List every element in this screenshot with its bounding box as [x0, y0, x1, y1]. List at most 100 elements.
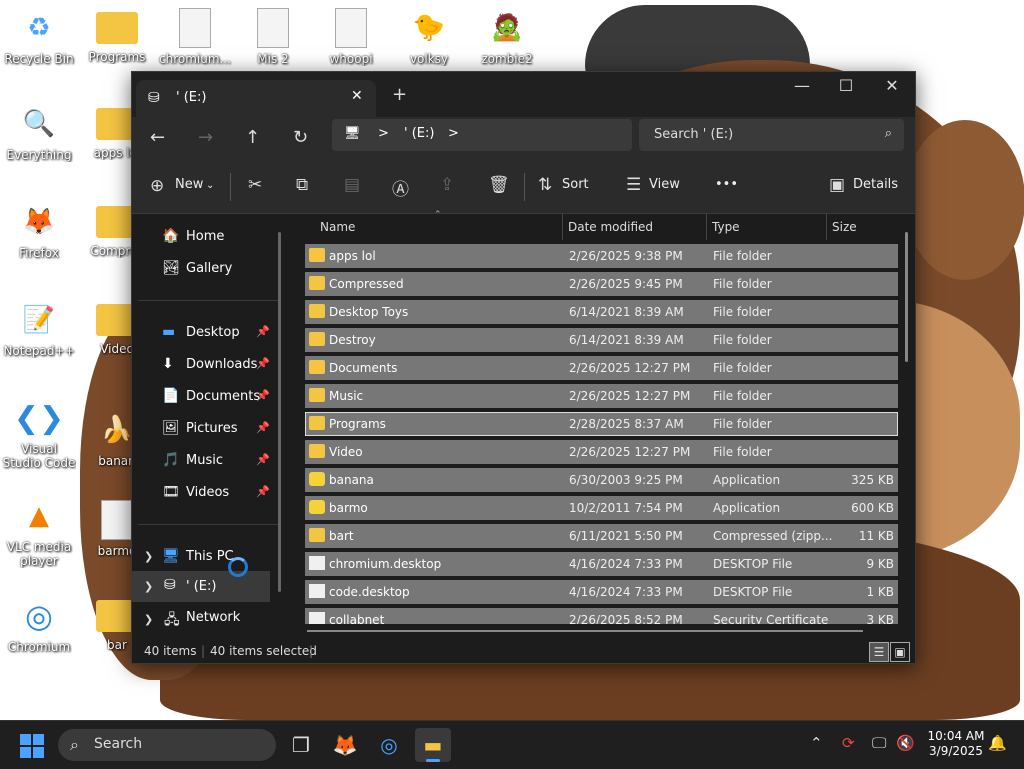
more-options-button[interactable]: ••• — [715, 177, 738, 192]
column-header-size[interactable]: Size — [832, 220, 857, 234]
nav-item-gallery[interactable]: 🏞 Gallery — [162, 258, 272, 282]
volume-muted-icon[interactable]: 🔇 — [896, 734, 915, 752]
file-row[interactable]: Programs 2/28/2025 8:37 AM File folder — [305, 412, 898, 436]
file-type: File folder — [713, 389, 772, 403]
nav-item-videos[interactable]: 🎞 Videos 📌 — [162, 482, 272, 506]
column-header-name[interactable]: Name — [320, 220, 355, 234]
network-icon[interactable]: 🖵 — [872, 734, 886, 752]
title-bar[interactable]: ⛁ ' (E:) ✕ + — ☐ ✕ — [132, 72, 915, 117]
column-header-date[interactable]: Date modified — [568, 220, 653, 234]
nav-item-network[interactable]: ❯ 🖧 Network — [132, 604, 282, 634]
details-view-button[interactable]: ☰ — [869, 642, 889, 662]
file-row[interactable]: collabnet 2/26/2025 8:52 PM Security Certi… — [305, 608, 898, 624]
search-input[interactable]: Search ' (E:) ⌕ — [639, 119, 904, 151]
forward-arrow-icon[interactable]: → — [198, 127, 213, 148]
delete-icon[interactable]: 🗑 — [488, 175, 510, 195]
file-row[interactable]: bart 6/11/2021 5:50 PM Compressed (zipp...… — [305, 524, 898, 548]
chevron-right-icon[interactable]: ❯ — [144, 580, 153, 593]
breadcrumb-separator[interactable]: > — [378, 126, 389, 141]
desktop-icon-mis2[interactable]: Mis 2 — [236, 8, 310, 66]
taskbar-chromium-icon[interactable]: ◎ — [371, 728, 407, 762]
column-divider[interactable] — [562, 214, 563, 240]
desktop-icon-volksy[interactable]: 🐤 volksy — [392, 8, 466, 66]
new-tab-button[interactable]: + — [392, 84, 407, 105]
desktop-icon-programs[interactable]: Programs — [80, 8, 154, 64]
chevron-right-icon[interactable]: ❯ — [144, 613, 153, 626]
desktop-icon-everything[interactable]: 🔍 Everything — [2, 104, 76, 162]
breadcrumb-separator[interactable]: > — [448, 126, 459, 141]
notification-bell-icon[interactable]: 🔔 — [988, 734, 1007, 752]
file-row[interactable]: Video 2/26/2025 12:27 PM File folder — [305, 440, 898, 464]
taskbar-firefox-icon[interactable]: 🦊 — [327, 728, 363, 762]
file-row[interactable]: Desktop Toys 6/14/2021 8:39 AM File folder — [305, 300, 898, 324]
this-pc-icon: 🖥 — [162, 548, 180, 564]
desktop-icon-whoopi[interactable]: whoopi — [314, 8, 388, 66]
taskbar-file-explorer-icon[interactable]: ▬ — [415, 728, 451, 762]
nav-item-documents[interactable]: 📄 Documents 📌 — [162, 386, 272, 410]
folder-icon — [309, 332, 325, 346]
file-row[interactable]: Documents 2/26/2025 12:27 PM File folder — [305, 356, 898, 380]
column-header-type[interactable]: Type — [712, 220, 740, 234]
details-button[interactable]: Details — [853, 177, 898, 192]
chevron-right-icon[interactable]: ❯ — [144, 550, 153, 563]
tab-drive-e[interactable]: ⛁ ' (E:) ✕ — [136, 80, 376, 117]
desktop-icon-firefox[interactable]: 🦊 Firefox — [2, 202, 76, 260]
paste-icon[interactable]: ▤ — [344, 175, 360, 195]
tab-close-icon[interactable]: ✕ — [351, 88, 363, 104]
desktop-icon-vscode[interactable]: ❮❯ Visual Studio Code — [2, 398, 76, 471]
file-row[interactable]: chromium.desktop 4/16/2024 7:33 PM DESKTOP… — [305, 552, 898, 576]
file-row[interactable]: banana 6/30/2003 9:25 PM Application 325 KB — [305, 468, 898, 492]
nav-item-home[interactable]: 🏠 Home — [162, 226, 272, 250]
nav-item-downloads[interactable]: ⬇ Downloads 📌 — [162, 354, 272, 378]
file-date: 6/30/2003 9:25 PM — [569, 473, 683, 487]
nav-item-pictures[interactable]: 🖼 Pictures 📌 — [162, 418, 272, 442]
refresh-icon[interactable]: ↻ — [293, 127, 308, 148]
horizontal-scrollbar[interactable] — [307, 630, 863, 632]
minimize-button[interactable]: — — [779, 76, 825, 95]
address-row: ← → ↑ ↻ 🖥 > ' (E:) > Search ' (E:) ⌕ — [132, 117, 915, 161]
maximize-button[interactable]: ☐ — [823, 76, 869, 95]
view-button[interactable]: View — [649, 177, 680, 192]
file-row[interactable]: apps lol 2/26/2025 9:38 PM File folder — [305, 244, 898, 268]
sort-button[interactable]: Sort — [562, 177, 589, 192]
file-row[interactable]: Music 2/26/2025 12:27 PM File folder — [305, 384, 898, 408]
cut-icon[interactable]: ✂ — [248, 175, 262, 195]
address-bar[interactable]: 🖥 > ' (E:) > — [332, 119, 632, 151]
duck-icon: 🐤 — [412, 13, 446, 43]
column-headers: Name ⌃ Date modified Type Size — [304, 210, 904, 242]
desktop-icon-vlc[interactable]: ▲ VLC media player — [2, 496, 76, 568]
chevron-up-icon[interactable]: ⌃ — [810, 734, 823, 752]
file-row[interactable]: Compressed 2/26/2025 9:45 PM File folder — [305, 272, 898, 296]
new-button[interactable]: New — [175, 177, 203, 192]
file-type: File folder — [713, 249, 772, 263]
nav-item-drive-e[interactable]: ❯ ⛁ ' (E:) — [132, 571, 270, 602]
column-divider[interactable] — [706, 214, 707, 240]
desktop-icon-recycle-bin[interactable]: ♻ Recycle Bin — [2, 8, 76, 66]
start-button[interactable] — [20, 734, 44, 758]
task-view-button[interactable]: ❐ — [283, 728, 319, 762]
desktop-icon-chromium[interactable]: ◎ Chromium — [2, 596, 76, 654]
desktop-icon-notepadpp[interactable]: 📝 Notepad++ — [2, 300, 76, 358]
desktop-icon-zombie2[interactable]: 🧟 zombie2 — [470, 8, 544, 66]
file-row[interactable]: barmo 10/2/2011 7:54 PM Application 600 KB — [305, 496, 898, 520]
breadcrumb-drive[interactable]: ' (E:) — [404, 126, 434, 141]
rename-icon[interactable]: Ⓐ — [392, 175, 409, 200]
sync-icon[interactable]: ⟳ — [842, 734, 855, 752]
clock[interactable]: 10:04 AM 3/9/2025 — [924, 729, 988, 759]
nav-item-desktop[interactable]: ▬ Desktop 📌 — [162, 322, 272, 346]
file-row[interactable]: Destroy 6/14/2021 8:39 AM File folder — [305, 328, 898, 352]
up-arrow-icon[interactable]: ↑ — [245, 127, 260, 148]
copy-icon[interactable]: ⧉ — [296, 175, 308, 195]
file-list-scrollbar[interactable] — [905, 232, 908, 362]
file-row[interactable]: code.desktop 4/16/2024 7:33 PM DESKTOP Fil… — [305, 580, 898, 604]
nav-item-music[interactable]: 🎵 Music 📌 — [162, 450, 272, 474]
close-button[interactable]: ✕ — [869, 76, 915, 95]
share-icon[interactable]: ⇪ — [440, 175, 454, 195]
taskbar-search[interactable]: ⌕ Search — [58, 729, 276, 761]
back-arrow-icon[interactable]: ← — [150, 127, 165, 148]
tiles-view-button[interactable]: ▣ — [890, 642, 910, 662]
column-divider[interactable] — [826, 214, 827, 240]
desktop-icon-chromium-file[interactable]: chromium... — [158, 8, 232, 66]
nav-scrollbar[interactable] — [278, 232, 281, 592]
nav-item-this-pc[interactable]: 🖥 This PC — [162, 546, 272, 570]
